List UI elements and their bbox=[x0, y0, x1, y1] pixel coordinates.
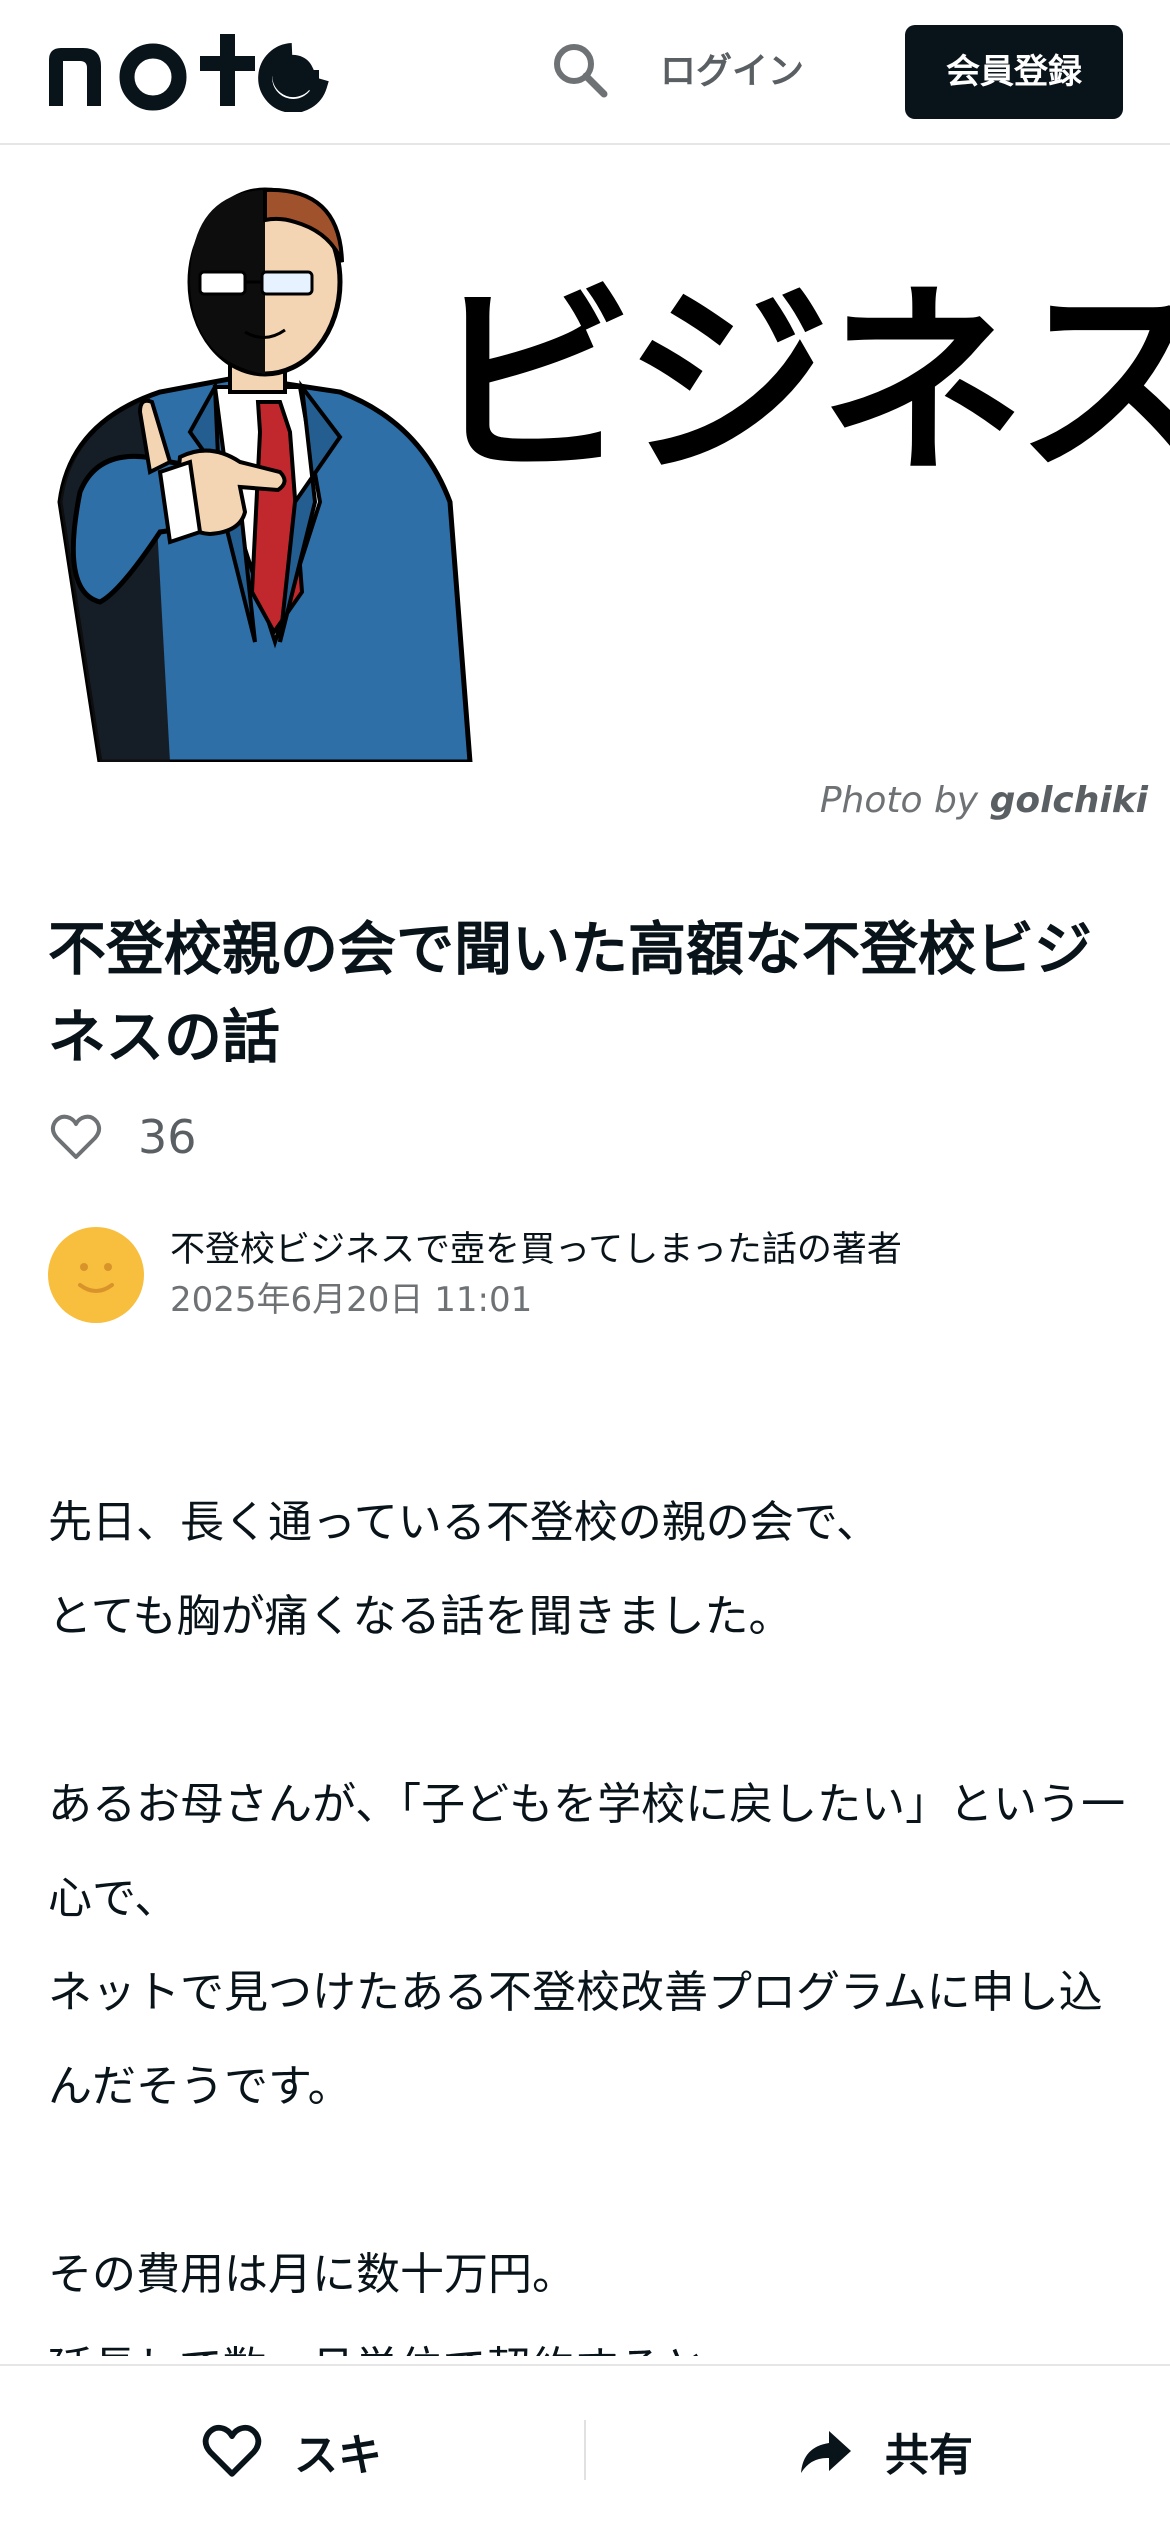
article-title: 不登校親の会で聞いた高額な不登校ビジネスの話 bbox=[48, 915, 1093, 1071]
author-info: 不登校ビジネスで壺を買ってしまった話の著者 2025年6月20日 11:01 bbox=[170, 1225, 902, 1325]
paragraph-spacer bbox=[48, 2134, 1128, 2228]
photo-credit-author[interactable]: golchiki bbox=[990, 780, 1148, 821]
like-button[interactable]: スキ bbox=[200, 2411, 382, 2491]
like-counter: 36 bbox=[48, 1105, 197, 1169]
author-name[interactable]: 不登校ビジネスで壺を買ってしまった話の著者 bbox=[170, 1225, 902, 1275]
share-button-label: 共有 bbox=[885, 2430, 973, 2481]
like-button-label: スキ bbox=[294, 2430, 382, 2481]
login-button[interactable]: ログイン bbox=[660, 42, 804, 102]
heart-icon bbox=[202, 2424, 262, 2477]
like-count: 36 bbox=[138, 1110, 197, 1164]
bottom-action-bar: スキ 共有 bbox=[0, 2364, 1170, 2532]
search-icon bbox=[554, 44, 608, 98]
share-button[interactable]: 共有 bbox=[795, 2411, 973, 2491]
author-avatar[interactable] bbox=[48, 1227, 144, 1323]
paragraph-spacer bbox=[48, 1664, 1128, 1758]
share-icon bbox=[801, 2431, 851, 2473]
note-logo[interactable] bbox=[45, 30, 345, 112]
paragraph: 先日、長く通っている不登校の親の会で、 とても胸が痛くなる話を聞きました。 bbox=[48, 1497, 881, 1642]
signup-button[interactable]: 会員登録 bbox=[905, 25, 1123, 119]
paragraph: あるお母さんが、「子どもを学校に戻したい」という一心で、 ネットで見つけたある不… bbox=[48, 1779, 1126, 2112]
hero-image: ビジネス bbox=[0, 147, 1170, 767]
header: note ログイン 会員登録 bbox=[0, 0, 1170, 145]
publish-date: 2025年6月20日 11:01 bbox=[170, 1280, 533, 1320]
photo-credit-prefix: Photo by bbox=[819, 780, 979, 821]
search-button[interactable] bbox=[548, 38, 612, 102]
businessman-illustration bbox=[57, 187, 473, 762]
article-body: 先日、長く通っている不登校の親の会で、 とても胸が痛くなる話を聞きました。 ある… bbox=[48, 1476, 1128, 2356]
paragraph: その費用は月に数十万円。 延長して数ヶ月単位で契約すると bbox=[48, 2249, 707, 2356]
author-block: 不登校ビジネスで壺を買ってしまった話の著者 2025年6月20日 11:01 bbox=[48, 1225, 902, 1325]
photo-credit[interactable]: Photo by golchiki bbox=[820, 780, 1148, 821]
smiley-icon bbox=[78, 1263, 114, 1293]
heart-icon[interactable] bbox=[48, 1109, 104, 1165]
divider bbox=[584, 2420, 586, 2480]
hero-title-text: ビジネス bbox=[430, 265, 1170, 503]
